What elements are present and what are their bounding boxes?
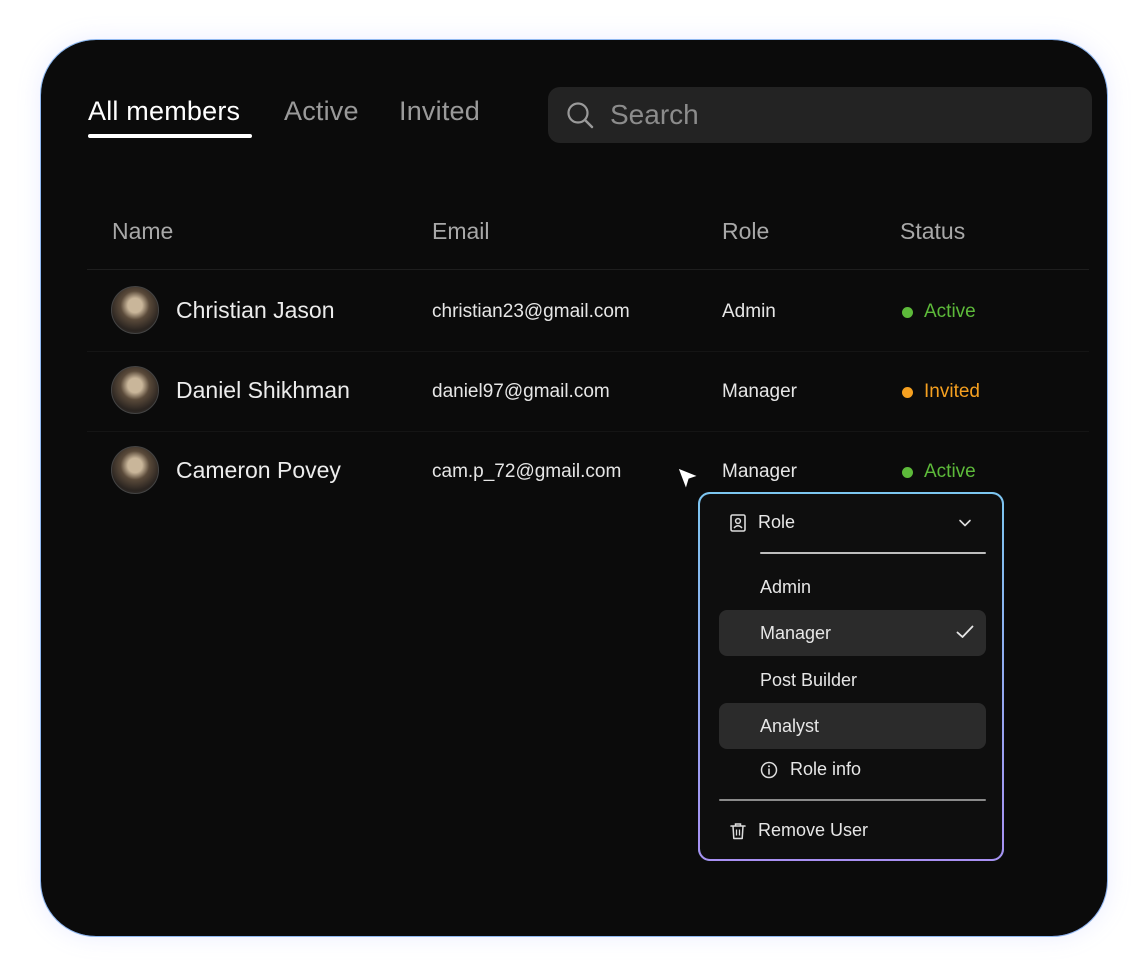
role-option-manager[interactable]: Manager [719,610,986,656]
status-badge: Active [902,301,976,323]
member-email: christian23@gmail.com [432,301,630,322]
status-text: Active [924,461,976,482]
status-dot [902,306,913,318]
menu-divider [760,552,986,554]
avatar [111,286,159,334]
column-header-email[interactable]: Email [432,218,490,245]
table-row[interactable]: Daniel Shikhman daniel97@gmail.com Manag… [41,351,1107,431]
role-option-analyst[interactable]: Analyst [719,703,986,749]
mouse-pointer-icon [677,467,699,491]
role-info-link[interactable]: Role info [760,759,861,780]
member-name: Cameron Povey [176,457,341,483]
member-role[interactable]: Manager [722,381,797,403]
tab-all-members[interactable]: All members [88,96,240,127]
remove-user-button[interactable]: Remove User [730,820,868,841]
check-icon [956,625,974,638]
member-name: Christian Jason [176,297,335,323]
member-name: Daniel Shikhman [176,377,350,403]
chevron-down-icon[interactable] [958,518,972,528]
status-text: Invited [924,381,980,402]
role-option-label: Manager [760,623,832,643]
member-email: daniel97@gmail.com [432,381,610,402]
members-panel: All members Active Invited Name Email Ro… [40,39,1108,937]
avatar [111,366,159,414]
role-option-post-builder[interactable]: Post Builder [719,657,986,703]
member-role[interactable]: Admin [722,301,776,323]
info-icon [760,761,778,778]
header-divider [87,269,1089,270]
search-icon [567,102,594,129]
status-badge: Active [902,461,976,483]
remove-user-label: Remove User [758,820,869,840]
role-dropdown-title: Role [758,512,796,532]
table-row[interactable]: Christian Jason christian23@gmail.com Ad… [41,271,1107,351]
search-input[interactable] [610,99,1070,131]
role-info-label: Role info [790,759,862,779]
menu-divider [719,799,986,801]
role-dropdown-menu: Role Admin Manager Post Builder Analyst [698,492,1004,861]
column-header-status[interactable]: Status [900,218,965,245]
member-email: cam.p_72@gmail.com [432,461,622,482]
role-option-admin[interactable]: Admin [719,564,986,610]
member-role[interactable]: Manager [722,461,797,483]
column-header-role[interactable]: Role [722,218,769,245]
column-header-name[interactable]: Name [112,218,173,245]
tab-invited[interactable]: Invited [399,96,480,127]
role-option-label: Post Builder [760,670,858,690]
status-badge: Invited [902,381,980,403]
role-dropdown-header[interactable]: Role [730,512,795,533]
role-option-label: Analyst [760,716,820,736]
role-option-label: Admin [760,577,812,597]
active-tab-indicator [88,134,252,138]
status-dot [902,466,913,478]
search-box[interactable] [548,87,1092,143]
avatar [111,446,159,494]
user-badge-icon [730,513,746,532]
status-dot [902,386,913,398]
status-text: Active [924,301,976,322]
tab-active[interactable]: Active [284,96,359,127]
trash-icon [730,822,746,839]
